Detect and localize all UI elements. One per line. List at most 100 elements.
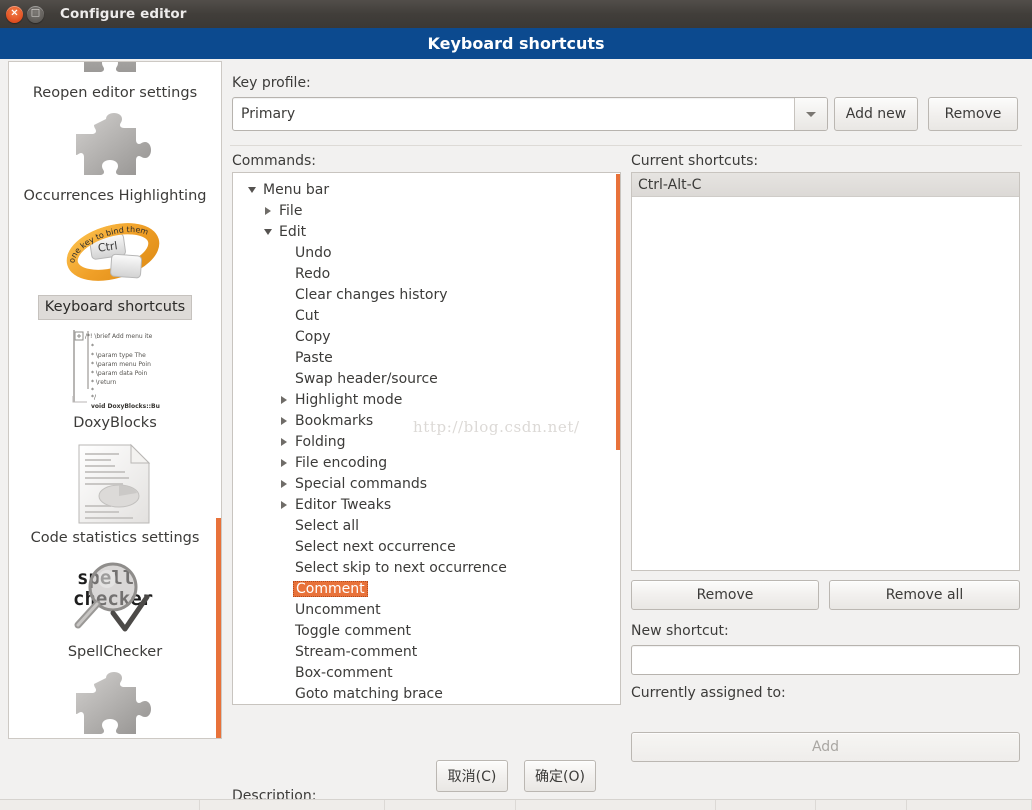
sidebar-scrollbar[interactable] (216, 518, 221, 738)
chevron-right-icon[interactable] (259, 206, 277, 215)
sidebar-item-label: Code statistics settings (30, 529, 200, 546)
tree-item[interactable]: File encoding (233, 452, 620, 473)
tree-item[interactable]: Box-comment (233, 662, 620, 683)
tree-item-label: Clear changes history (295, 286, 448, 303)
tree-item[interactable]: Select next occurrence (233, 536, 620, 557)
sidebar-item-doxyblocks[interactable]: /*! \brief Add menu ite * * \param type … (9, 328, 221, 443)
close-icon[interactable]: × (6, 5, 23, 23)
tree-item-label: Paste (295, 349, 333, 366)
tree-item-label: Edit (279, 223, 307, 240)
tree-item[interactable]: Editor Tweaks (233, 494, 620, 515)
tree-item[interactable]: Special commands (233, 473, 620, 494)
current-shortcuts-list[interactable]: Ctrl-Alt-C (631, 172, 1020, 571)
cancel-button[interactable]: 取消(C) (436, 759, 508, 792)
key-profile-label: Key profile: (232, 75, 311, 91)
maximize-icon[interactable]: □ (27, 5, 44, 23)
chevron-right-icon[interactable] (275, 437, 293, 446)
sidebar-item-label: Keyboard shortcuts (37, 295, 193, 321)
tree-item[interactable]: Menu bar (233, 179, 620, 200)
dialog-body: Reopen editor settings Occurrences Highl… (0, 59, 1032, 810)
dialog-header: Keyboard shortcuts (0, 28, 1032, 59)
tree-item-label: Comment (293, 580, 368, 597)
tree-item[interactable]: Comment (233, 578, 620, 599)
tree-item[interactable]: Clear changes history (233, 284, 620, 305)
tree-item[interactable]: Highlight mode (233, 389, 620, 410)
tree-item[interactable]: Swap header/source (233, 368, 620, 389)
tree-item-label: Menu bar (263, 181, 330, 198)
tree-item[interactable]: Redo (233, 263, 620, 284)
chevron-down-icon[interactable] (794, 98, 827, 130)
shortcut-row[interactable]: Ctrl-Alt-C (632, 173, 1019, 197)
svg-text:* \param type The: * \param type The (91, 352, 146, 359)
commands-tree[interactable]: Menu bar File Edit Undo Redo Clear changes hi… (232, 172, 621, 705)
maximize-glyph: □ (30, 7, 41, 19)
add-new-profile-button[interactable]: Add new (834, 97, 918, 131)
tree-item-label: Special commands (295, 475, 428, 492)
tree-item[interactable]: Copy (233, 326, 620, 347)
code-comment-icon: /*! \brief Add menu ite * * \param type … (72, 330, 160, 410)
tree-item[interactable]: Folding (233, 431, 620, 452)
tree-item[interactable]: Select all (233, 515, 620, 536)
svg-text:void DoxyBlocks::Bu: void DoxyBlocks::Bu (91, 403, 160, 410)
tree-item-label: Toggle comment (295, 622, 411, 639)
current-shortcuts-label: Current shortcuts: (631, 153, 759, 169)
desktop-taskbar[interactable] (0, 799, 1032, 810)
chevron-right-icon[interactable] (275, 416, 293, 425)
tree-item[interactable]: Goto matching brace (233, 683, 620, 704)
tree-item-label: Uncomment (295, 601, 381, 618)
commands-tree-scrollbar[interactable] (616, 174, 620, 450)
sidebar-item-code-statistics-settings[interactable]: Code statistics settings (9, 443, 221, 558)
tree-item[interactable]: Undo (233, 242, 620, 263)
key-profile-value: Primary (241, 106, 296, 122)
remove-profile-button[interactable]: Remove (928, 97, 1018, 131)
tree-item[interactable]: File (233, 200, 620, 221)
tree-item[interactable]: Stream-comment (233, 641, 620, 662)
section-divider (230, 145, 1022, 146)
settings-sidebar[interactable]: Reopen editor settings Occurrences Highl… (8, 61, 222, 739)
tree-item[interactable]: Uncomment (233, 599, 620, 620)
svg-text:Ctrl: Ctrl (97, 239, 118, 255)
key-profile-select[interactable]: Primary (232, 97, 828, 131)
tree-item-label: Select all (295, 517, 359, 534)
key-ring-icon: Ctrl one key to bind them (66, 223, 160, 282)
tree-item-label: Select next occurrence (295, 538, 456, 555)
remove-all-shortcuts-button[interactable]: Remove all (829, 580, 1020, 610)
caret-glyph (806, 111, 816, 117)
sidebar-item-keyboard-shortcuts[interactable]: Ctrl one key to bind them Keyboard short… (9, 215, 221, 328)
remove-shortcut-button[interactable]: Remove (631, 580, 819, 610)
tree-item-label: Redo (295, 265, 331, 282)
chevron-right-icon[interactable] (275, 500, 293, 509)
chevron-down-icon[interactable] (243, 186, 261, 193)
tree-item[interactable]: Bookmarks (233, 410, 620, 431)
chevron-right-icon[interactable] (275, 479, 293, 488)
sidebar-item-occurrences-highlighting[interactable]: Occurrences Highlighting (9, 112, 221, 216)
tree-item[interactable]: Edit (233, 221, 620, 242)
svg-text:/*! \brief Add menu ite: /*! \brief Add menu ite (85, 333, 153, 340)
tree-item[interactable]: Toggle comment (233, 620, 620, 641)
chevron-right-icon[interactable] (275, 395, 293, 404)
tree-item-label: Undo (295, 244, 332, 261)
tree-item-label: Swap header/source (295, 370, 438, 387)
tree-item-label: File (279, 202, 303, 219)
sidebar-item-label: Reopen editor settings (32, 85, 198, 101)
tree-item[interactable]: Select skip to next occurrence (233, 557, 620, 578)
tree-item-label: Stream-comment (295, 643, 418, 660)
window-title: Configure editor (60, 6, 187, 22)
new-shortcut-input[interactable] (631, 645, 1020, 675)
new-shortcut-label: New shortcut: (631, 623, 729, 639)
tree-item[interactable]: Cut (233, 305, 620, 326)
sidebar-item-reopen-editor-settings[interactable]: Reopen editor settings (9, 62, 221, 113)
sidebar-item-extra-plugin[interactable] (9, 672, 221, 738)
tree-item-label: Select skip to next occurrence (295, 559, 507, 576)
svg-text:*/: */ (91, 394, 97, 401)
commands-label: Commands: (232, 153, 316, 169)
sidebar-item-spellchecker[interactable]: spell checker SpellChecker (9, 557, 221, 672)
chevron-right-icon[interactable] (275, 458, 293, 467)
chevron-down-icon[interactable] (259, 228, 277, 235)
window-titlebar: × □ Configure editor (0, 0, 1032, 28)
tree-item[interactable]: Paste (233, 347, 620, 368)
tree-item-label: Goto matching brace (295, 685, 443, 702)
tree-item-label: Highlight mode (295, 391, 403, 408)
ok-button[interactable]: 确定(O) (524, 759, 596, 792)
puzzle-icon (76, 672, 151, 735)
